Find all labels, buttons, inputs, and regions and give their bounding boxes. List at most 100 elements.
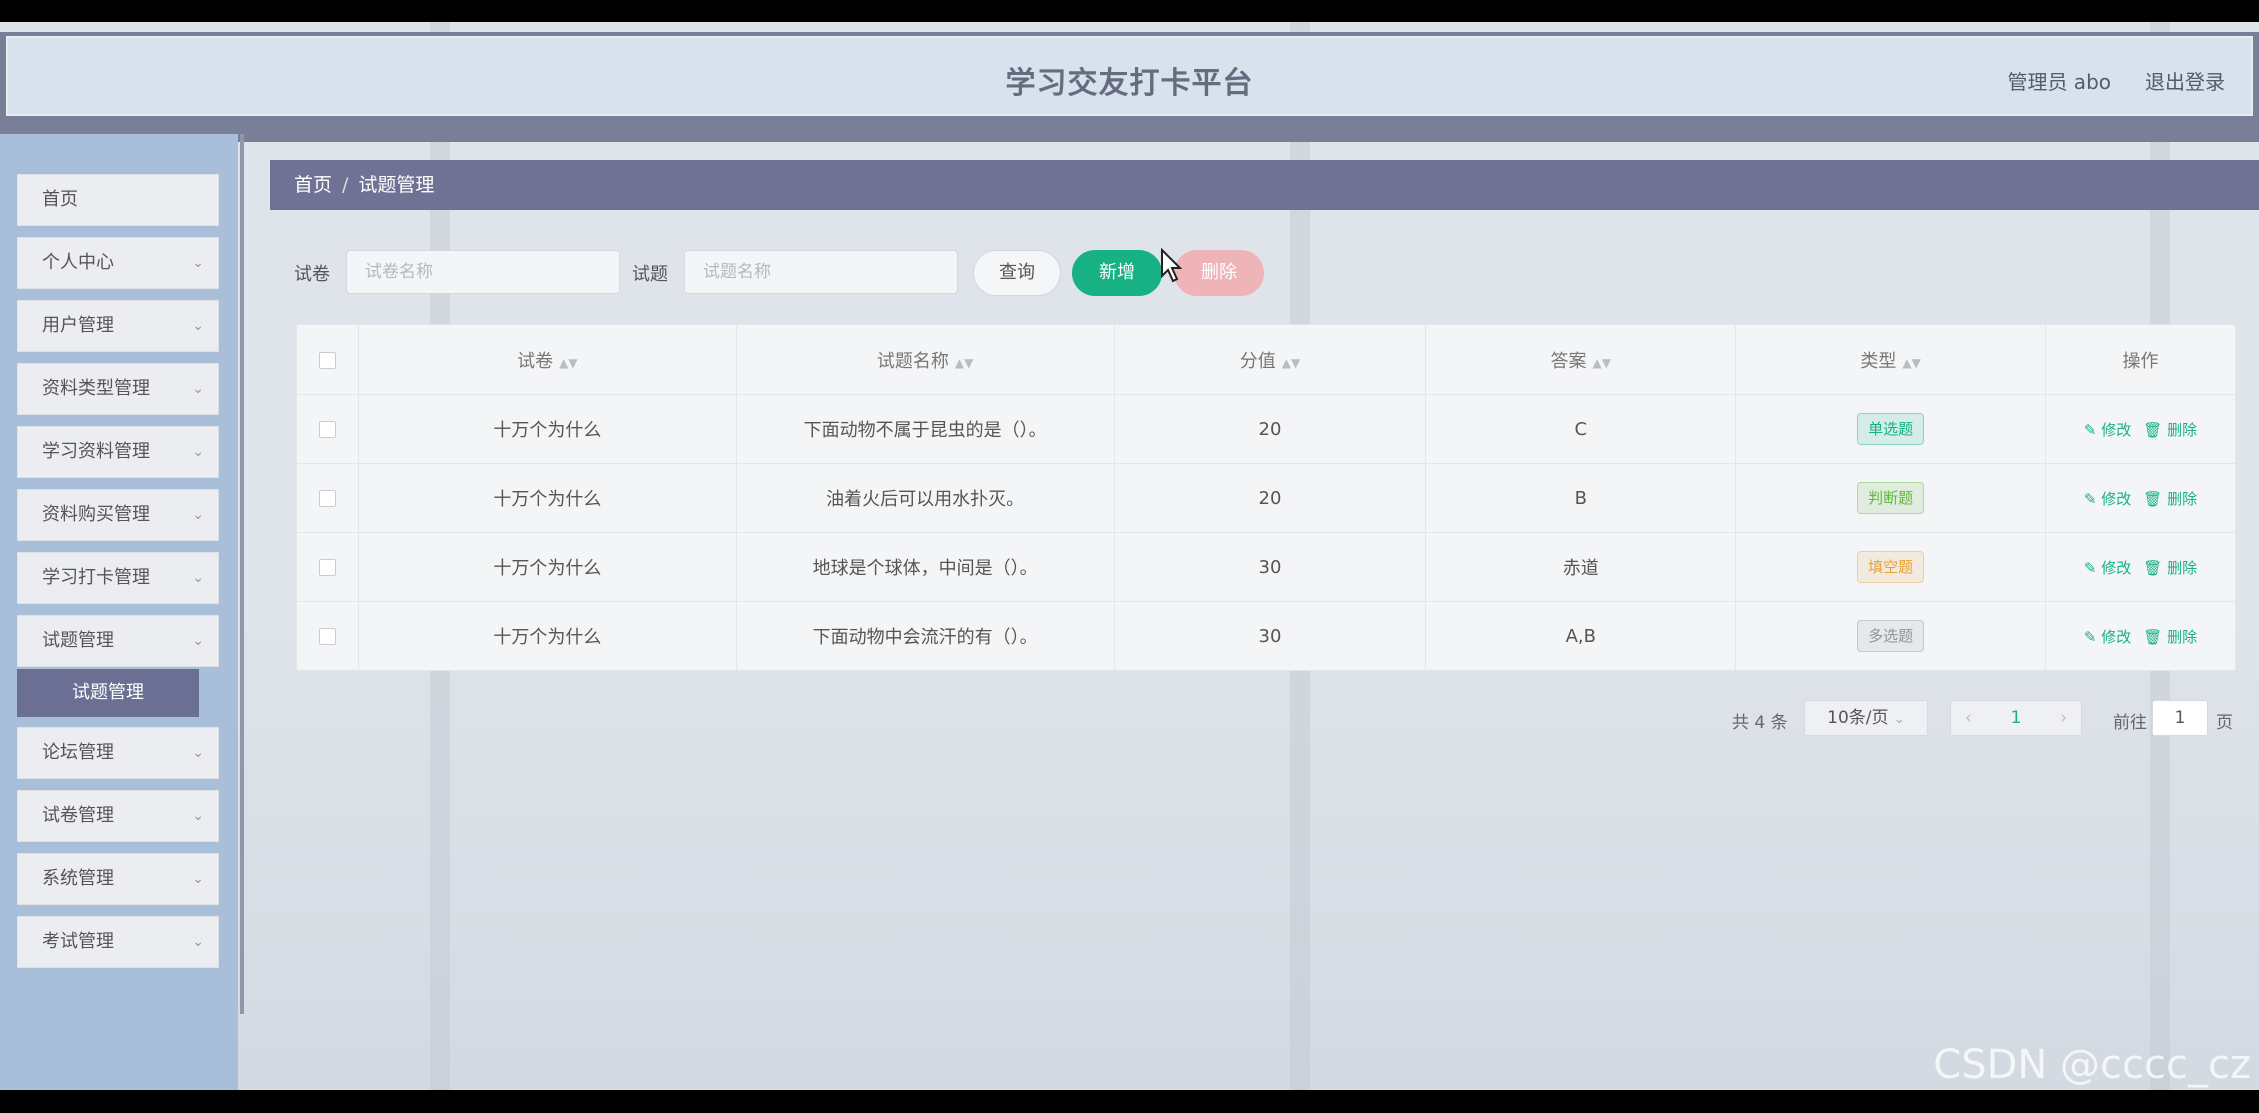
current-page-number[interactable]: 1	[2011, 708, 2022, 728]
sidebar-item-checkins[interactable]: 学习打卡管理 ⌄	[17, 552, 219, 604]
question-search-input[interactable]	[684, 250, 958, 294]
logout-link[interactable]: 退出登录	[2145, 66, 2225, 95]
sidebar-item-forum[interactable]: 论坛管理 ⌄	[17, 727, 219, 779]
sidebar: 首页 个人中心 ⌄ 用户管理 ⌄ 资料类型管理 ⌄ 学习资料管理 ⌄ 资料购买管理 ⌄ 学…	[0, 134, 238, 1090]
cell-type: 填空题	[1735, 532, 2047, 602]
edit-link[interactable]: ✎ 修改	[2084, 419, 2131, 440]
edit-link[interactable]: ✎ 修改	[2084, 557, 2131, 578]
column-header-label: 答案	[1550, 350, 1587, 372]
type-tag: 填空题	[1857, 551, 1925, 583]
page-suffix: 页	[2216, 713, 2233, 733]
cell-actions: ✎ 修改 🗑 删除	[2045, 463, 2236, 533]
page-size-select[interactable]: 10条/页 ⌄	[1804, 700, 1928, 736]
sort-icon[interactable]: ▲▼	[559, 356, 577, 370]
prev-page-icon[interactable]: ‹	[1965, 701, 1972, 735]
cell-question: 地球是个球体，中间是（）。	[735, 532, 1115, 602]
query-button[interactable]: 查询	[973, 250, 1061, 296]
chevron-down-icon: ⌄	[192, 570, 204, 586]
trash-icon: 🗑	[2143, 489, 2163, 508]
column-header-actions: 操作	[2045, 324, 2236, 395]
chevron-down-icon: ⌄	[192, 255, 204, 271]
column-header-label: 分值	[1239, 350, 1276, 372]
delete-link[interactable]: 🗑 删除	[2143, 488, 2197, 509]
delete-label: 删除	[2167, 420, 2198, 439]
sidebar-subitem-questions[interactable]: 试题管理	[17, 669, 199, 717]
edit-label: 修改	[2101, 627, 2132, 646]
breadcrumb-home[interactable]: 首页	[294, 174, 332, 196]
edit-icon: ✎	[2083, 420, 2097, 439]
chevron-down-icon: ⌄	[192, 381, 204, 397]
chevron-down-icon: ⌄	[192, 318, 204, 334]
goto-label: 前往	[2113, 713, 2147, 733]
sidebar-item-label: 学习资料管理	[42, 441, 150, 462]
header-panel: 学习交友打卡平台 管理员 abo 退出登录	[6, 36, 2253, 116]
sidebar-item-questions[interactable]: 试题管理 ⌄	[17, 615, 219, 667]
delete-link[interactable]: 🗑 删除	[2143, 419, 2197, 440]
sort-icon[interactable]: ▲▼	[1593, 356, 1611, 370]
cell-question: 下面动物中会流汗的有（）。	[735, 601, 1115, 671]
paper-search-input[interactable]	[346, 250, 620, 294]
add-button[interactable]: 新增	[1072, 250, 1162, 296]
sidebar-item-users[interactable]: 用户管理 ⌄	[17, 300, 219, 352]
chevron-down-icon: ⌄	[192, 745, 204, 761]
column-header-type[interactable]: 类型 ▲▼	[1735, 324, 2047, 395]
delete-link[interactable]: 🗑 删除	[2143, 557, 2197, 578]
sidebar-item-profile[interactable]: 个人中心 ⌄	[17, 237, 219, 289]
sidebar-item-system[interactable]: 系统管理 ⌄	[17, 853, 219, 905]
type-tag: 单选题	[1857, 413, 1925, 445]
cell-actions: ✎ 修改 🗑 删除	[2045, 394, 2236, 464]
page-size-value: 10条/页	[1827, 708, 1889, 728]
sidebar-item-home[interactable]: 首页	[17, 174, 219, 226]
row-select-cell	[296, 394, 359, 464]
sidebar-item-label: 资料类型管理	[42, 378, 150, 399]
row-checkbox[interactable]	[318, 490, 336, 507]
sidebar-item-study-materials[interactable]: 学习资料管理 ⌄	[17, 426, 219, 478]
sidebar-item-material-types[interactable]: 资料类型管理 ⌄	[17, 363, 219, 415]
select-all-cell	[296, 324, 359, 395]
next-page-icon[interactable]: ›	[2060, 701, 2067, 735]
sort-icon[interactable]: ▲▼	[1282, 356, 1300, 370]
sidebar-item-papers[interactable]: 试卷管理 ⌄	[17, 790, 219, 842]
sidebar-item-purchases[interactable]: 资料购买管理 ⌄	[17, 489, 219, 541]
row-select-cell	[296, 463, 359, 533]
select-all-checkbox[interactable]	[318, 351, 336, 369]
row-select-cell	[296, 532, 359, 602]
row-checkbox[interactable]	[318, 628, 336, 645]
sidebar-scrollbar[interactable]	[240, 134, 244, 1014]
chevron-down-icon: ⌄	[192, 808, 204, 824]
goto-page-input[interactable]: 1	[2152, 700, 2208, 736]
edit-label: 修改	[2101, 420, 2132, 439]
edit-link[interactable]: ✎ 修改	[2084, 626, 2131, 647]
delete-link[interactable]: 🗑 删除	[2143, 626, 2197, 647]
column-header-question[interactable]: 试题名称 ▲▼	[735, 324, 1115, 395]
row-checkbox[interactable]	[318, 421, 336, 438]
chevron-down-icon: ⌄	[192, 871, 204, 887]
row-checkbox[interactable]	[318, 559, 336, 576]
trash-icon: 🗑	[2143, 627, 2163, 646]
chevron-down-icon: ⌄	[192, 633, 204, 649]
sidebar-item-label: 试题管理	[42, 630, 114, 651]
cell-score: 20	[1113, 463, 1427, 533]
column-header-paper[interactable]: 试卷 ▲▼	[357, 324, 737, 395]
edit-icon: ✎	[2083, 489, 2097, 508]
cell-actions: ✎ 修改 🗑 删除	[2045, 601, 2236, 671]
sort-icon[interactable]: ▲▼	[955, 356, 973, 370]
cell-type: 多选题	[1735, 601, 2047, 671]
table-row: 十万个为什么 下面动物不属于昆虫的是（）。 20 C 单选题 ✎ 修改 🗑 删除	[296, 394, 2236, 464]
edit-icon: ✎	[2083, 627, 2097, 646]
batch-delete-button[interactable]: 删除	[1174, 250, 1264, 296]
cell-answer: 赤道	[1425, 532, 1737, 602]
edit-link[interactable]: ✎ 修改	[2084, 488, 2131, 509]
chevron-down-icon: ⌄	[192, 507, 204, 523]
sidebar-item-label: 资料购买管理	[42, 504, 150, 525]
sidebar-item-exams[interactable]: 考试管理 ⌄	[17, 916, 219, 968]
cell-paper: 十万个为什么	[357, 532, 737, 602]
questions-table: 试卷 ▲▼ 试题名称 ▲▼ 分值 ▲▼ 答案 ▲▼ 类型 ▲▼ 操作 十万个为什么 下面动物…	[296, 324, 2236, 671]
column-header-score[interactable]: 分值 ▲▼	[1113, 324, 1427, 395]
sort-icon[interactable]: ▲▼	[1902, 356, 1920, 370]
column-header-answer[interactable]: 答案 ▲▼	[1425, 324, 1737, 395]
cell-type: 单选题	[1735, 394, 2047, 464]
breadcrumb: 首页 / 试题管理	[270, 160, 2259, 210]
edit-label: 修改	[2101, 558, 2132, 577]
sidebar-item-label: 考试管理	[42, 931, 114, 952]
